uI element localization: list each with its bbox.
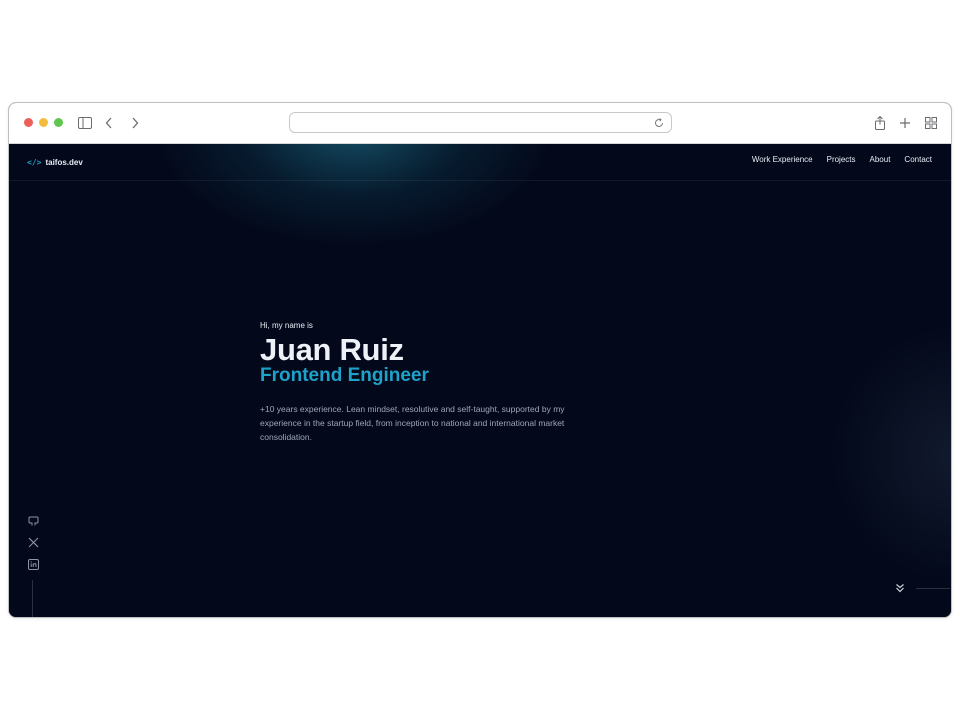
nav-link-projects[interactable]: Projects — [827, 155, 856, 164]
hero-section: Hi, my name is Juan Ruiz Frontend Engine… — [260, 321, 620, 453]
nav-link-work-experience[interactable]: Work Experience — [752, 155, 813, 164]
scroll-down-icon[interactable] — [894, 582, 906, 594]
code-icon: </> — [27, 157, 42, 167]
right-glow — [829, 324, 951, 584]
hero-description: +10 years experience. Lean mindset, reso… — [260, 404, 565, 442]
tab-overview-icon[interactable] — [921, 113, 941, 133]
maximize-window-button[interactable] — [54, 118, 63, 127]
hero-name: Juan Ruiz — [260, 332, 404, 367]
browser-window: </> taifos.dev Work Experience Projects … — [8, 102, 952, 618]
share-icon[interactable] — [870, 113, 890, 133]
logo-text: taifos.dev — [45, 157, 83, 167]
nav-menu: Work Experience Projects About Contact — [752, 155, 932, 164]
address-bar[interactable] — [289, 112, 672, 133]
new-tab-icon[interactable] — [895, 113, 915, 133]
site-logo[interactable]: </> taifos.dev — [27, 155, 83, 169]
back-icon[interactable] — [99, 113, 119, 133]
browser-toolbar — [9, 103, 951, 144]
scroll-divider-line — [916, 588, 950, 589]
forward-icon[interactable] — [125, 113, 145, 133]
linkedin-icon[interactable] — [27, 558, 39, 570]
nav-link-contact[interactable]: Contact — [904, 155, 932, 164]
social-divider-line — [32, 580, 33, 617]
hero-role: Frontend Engineer — [260, 365, 429, 386]
minimize-window-button[interactable] — [39, 118, 48, 127]
github-icon[interactable] — [27, 514, 39, 526]
site-header: </> taifos.dev Work Experience Projects … — [9, 144, 951, 181]
close-window-button[interactable] — [24, 118, 33, 127]
x-icon[interactable] — [27, 536, 39, 548]
sidebar-icon[interactable] — [75, 113, 95, 133]
reload-icon[interactable] — [653, 116, 665, 128]
hero-greeting: Hi, my name is — [260, 321, 313, 330]
page-viewport: </> taifos.dev Work Experience Projects … — [9, 144, 951, 617]
nav-link-about[interactable]: About — [870, 155, 891, 164]
social-links — [27, 514, 39, 570]
